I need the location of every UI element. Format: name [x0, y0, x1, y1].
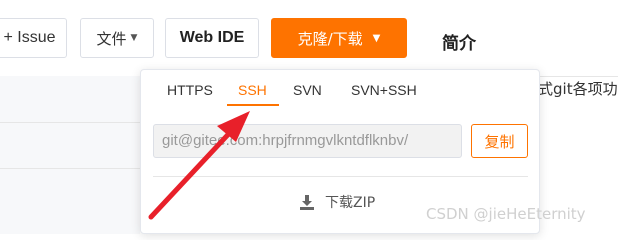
annotation-arrow-icon	[148, 111, 250, 220]
watermark: CSDN @jieHeEternity	[426, 205, 586, 223]
